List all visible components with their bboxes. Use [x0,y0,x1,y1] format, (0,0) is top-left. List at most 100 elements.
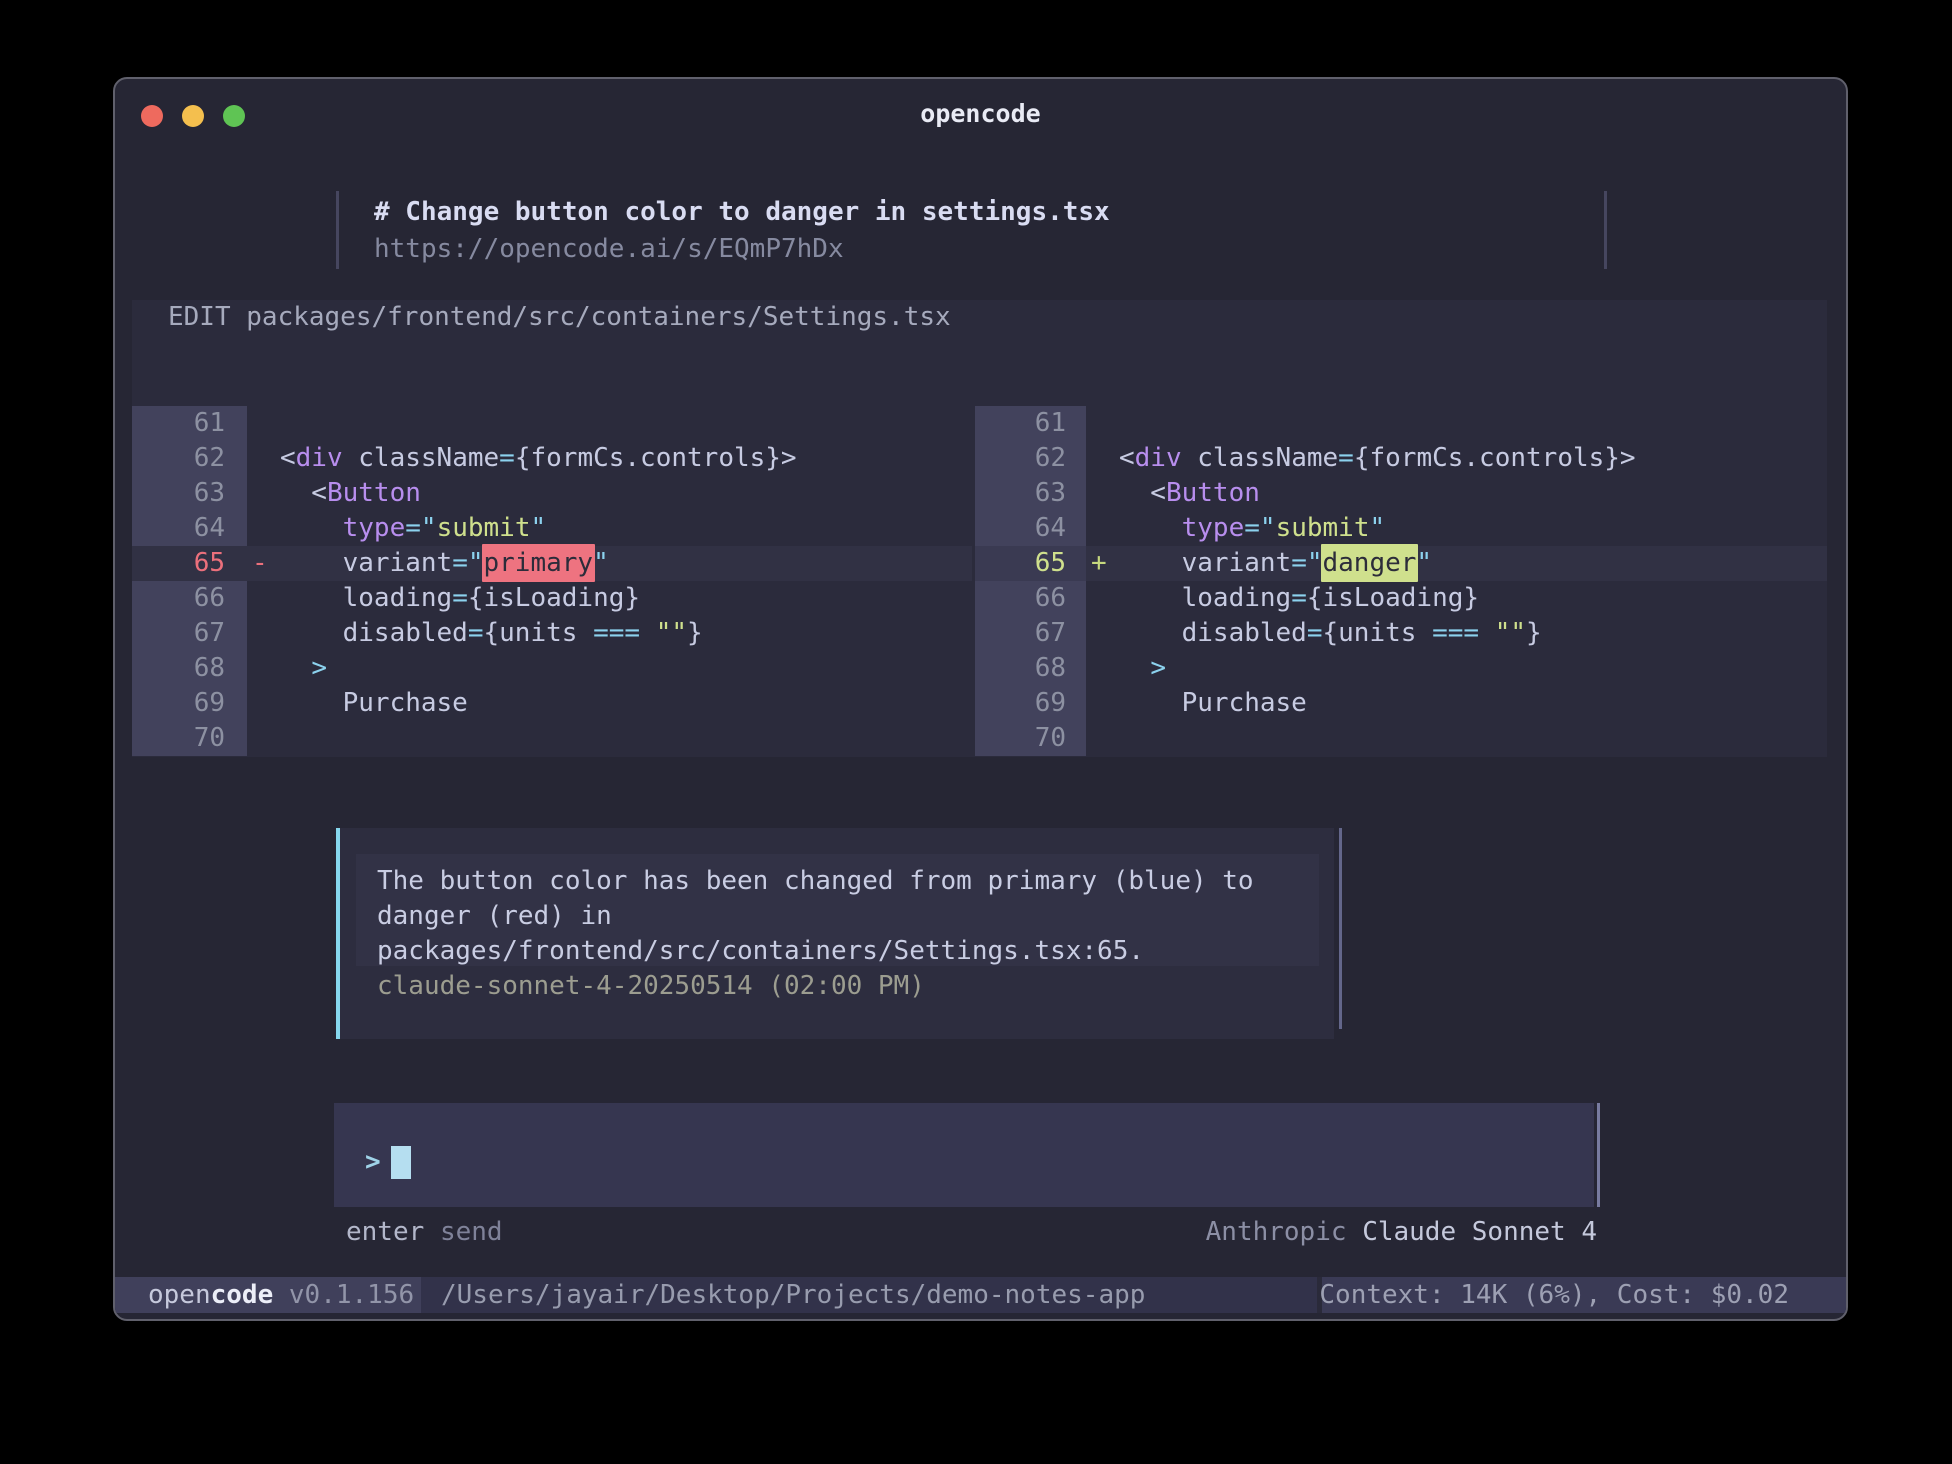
code-token [280,513,343,543]
code-line: > [1119,651,1827,686]
code-line: > [280,651,972,686]
code-token: } [687,618,703,648]
line-number: 65 [975,546,1086,581]
diff-marker [1086,651,1119,686]
code-token: = [1338,443,1354,473]
code-line: type="submit" [1119,511,1827,546]
line-number: 63 [132,476,247,511]
diff-marker [247,581,280,616]
share-url[interactable]: https://opencode.ai/s/EQmP7hDx [374,232,844,267]
code-token: = [499,443,515,473]
diff-pane-right: 6162<div className={formCs.controls}>63 … [975,406,1827,756]
text-cursor [391,1146,411,1179]
status-bar: opencode v0.1.156 /Users/jayair/Desktop/… [115,1277,1846,1313]
code-line: loading={isLoading} [1119,581,1827,616]
code-token: submit [1276,513,1370,543]
code-token: div [296,443,343,473]
edit-file-label: EDIT packages/frontend/src/containers/Se… [168,300,951,335]
code-token: } [1526,618,1542,648]
provider-label: Anthropic [1206,1217,1347,1247]
line-number: 62 [132,441,247,476]
message-scrollbar[interactable] [1339,828,1342,1029]
code-token: === [593,618,640,648]
code-token: {formCs.controls}> [1354,443,1636,473]
diff-row: 66 loading={isLoading} [975,581,1827,616]
diff-row: 69 Purchase [975,686,1827,721]
code-line: <Button [280,476,972,511]
code-token: Button [327,478,421,508]
diff-marker [1086,721,1119,756]
hint-key: enter [346,1217,424,1247]
removed-value-highlight: primary [482,544,596,582]
diff-marker [247,406,280,441]
code-token: < [1119,478,1166,508]
app-name-regular: open [148,1280,211,1310]
window-title: opencode [115,99,1846,128]
diff-row: 64 type="submit" [975,511,1827,546]
line-number: 65 [132,546,247,581]
line-number: 62 [975,441,1086,476]
code-token [1119,513,1182,543]
diff-row: 61 [975,406,1827,441]
code-token: {isLoading} [468,583,640,613]
code-token: type [1182,513,1245,543]
code-line [280,721,972,756]
diff-row: 67 disabled={units === ""} [975,616,1827,651]
diff-row: 70 [975,721,1827,756]
code-token: Purchase [280,688,468,718]
code-line: Purchase [280,686,972,721]
diff-row: 70 [132,721,972,756]
prompt-scrollbar[interactable] [1597,1103,1600,1207]
code-token: {formCs.controls}> [515,443,797,473]
line-number: 63 [975,476,1086,511]
session-title: # Change button color to danger in setti… [374,195,1110,230]
code-line [280,406,972,441]
header-left-border [336,191,339,269]
code-token: {units [1323,618,1433,648]
code-line: type="submit" [280,511,972,546]
diff-marker [1086,476,1119,511]
prompt-row: > [365,1145,411,1180]
line-number: 70 [975,721,1086,756]
code-token: disabled [1119,618,1307,648]
code-token: submit [437,513,531,543]
code-token: " [530,513,546,543]
line-number: 68 [975,651,1086,686]
line-number: 70 [132,721,247,756]
code-token: variant [280,548,452,578]
line-number: 69 [975,686,1086,721]
code-token: className [1182,443,1339,473]
code-line: <div className={formCs.controls}> [1119,441,1827,476]
diff-view: 6162<div className={formCs.controls}>63 … [132,406,1827,756]
diff-row: 65- variant="primary" [132,546,972,581]
assistant-message: The button color has been changed from p… [336,828,1342,1039]
hint-action: send [424,1217,502,1247]
diff-marker [1086,616,1119,651]
context-cost-info: Context: 14K (6%), Cost: $0.02 [1319,1277,1789,1313]
code-line: disabled={units === ""} [280,616,972,651]
diff-row: 62<div className={formCs.controls}> [132,441,972,476]
code-line: loading={isLoading} [280,581,972,616]
code-token: = [468,618,484,648]
code-token: "" [1495,618,1526,648]
code-token: " [1369,513,1385,543]
prompt-symbol: > [365,1145,381,1180]
diff-row: 63 <Button [132,476,972,511]
diff-marker [1086,511,1119,546]
diff-marker [1086,441,1119,476]
diff-marker [1086,581,1119,616]
message-text-line: claude-sonnet-4-20250514 (02:00 PM) [377,969,925,1004]
code-token: =" [1244,513,1275,543]
diff-row: 67 disabled={units === ""} [132,616,972,651]
line-number: 69 [132,686,247,721]
code-token: > [1150,653,1166,683]
prompt-input[interactable]: > [334,1103,1594,1207]
code-token: < [280,443,296,473]
code-token: Button [1166,478,1260,508]
message-text-line: danger (red) in [377,899,612,934]
diff-row: 69 Purchase [132,686,972,721]
code-token: =" [452,548,483,578]
code-token: "" [656,618,687,648]
model-label: Claude Sonnet 4 [1347,1217,1597,1247]
code-token: = [1307,618,1323,648]
